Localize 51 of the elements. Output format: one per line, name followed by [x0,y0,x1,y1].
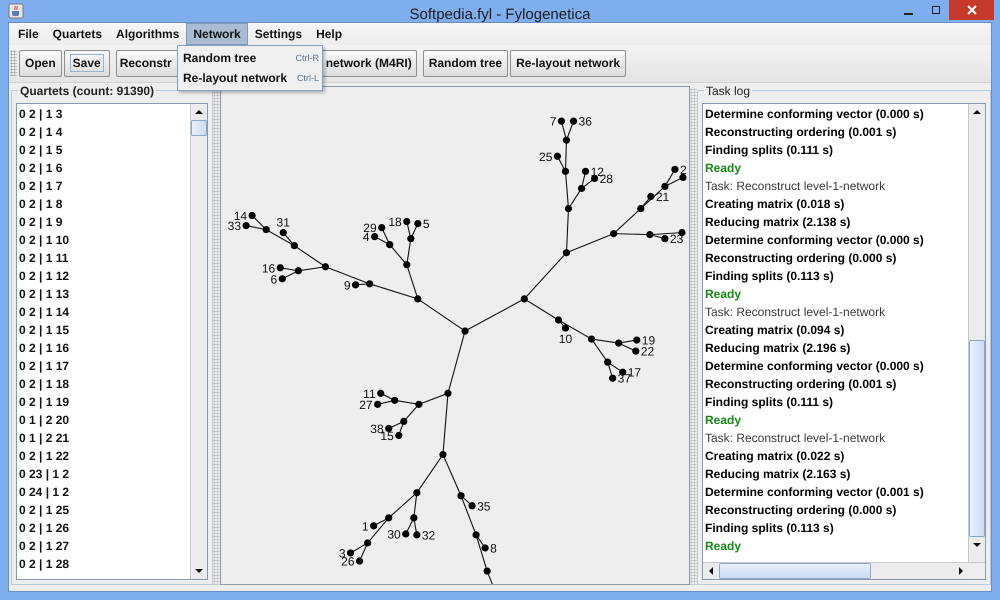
node-label: 32 [422,528,436,542]
log-line: Determine conforming vector (0.000 s) [704,358,925,375]
log-line: Finding splits (0.111 s) [704,394,834,411]
node-label: 30 [387,527,401,542]
node-label: 22 [640,344,654,359]
node-label: 36 [578,114,592,129]
panel-title: Quartets (count: 91390) [18,84,156,98]
node-label: 9 [344,278,351,292]
node-label: 18 [388,214,402,229]
node-label: 31 [276,215,290,230]
log-line: Task: Reconstruct level-1-network [704,304,886,321]
log-line: Reducing matrix (2.163 s) [704,466,852,483]
node-label: 35 [477,499,490,514]
node-label: 5 [422,217,430,231]
log-line: Determine conforming vector (0.000 s) [704,106,925,123]
log-line: Reconstructing ordering (0.001 s) [704,376,898,393]
log-line: Reconstructing ordering (0.000 s) [704,502,898,519]
log-line: Ready [704,286,742,303]
log-line: Finding splits (0.111 s) [704,142,834,159]
panel-title: Task log [704,84,752,98]
window-title: Softpedia.fyl - Fylogenetica [410,6,590,23]
log-line: Ready [704,538,742,555]
node-label: 2 [680,162,687,177]
menu-entry-label: Random tree [183,50,256,65]
node-label: 37 [618,372,632,386]
shortcut-label: Ctrl-R [296,52,319,63]
node-label: 38 [370,422,384,436]
log-line: Task: Reconstruct level-1-network [704,430,886,447]
log-line: Finding splits (0.113 s) [704,520,835,537]
log-line: Reconstructing ordering (0.000 s) [704,250,898,267]
node-label: 7 [550,114,556,129]
log-line: Determine conforming vector (0.000 s) [704,232,925,249]
node-label: 25 [539,150,552,164]
log-line: Reducing matrix (2.138 s) [704,214,852,231]
node-label: 21 [656,190,670,204]
node-label: 10 [558,332,572,346]
node-label: 12 [590,164,604,179]
node-label: 1 [362,519,369,534]
log-line: Determine conforming vector (0.001 s) [704,484,925,501]
node-label: 23 [670,232,684,246]
node-label: 19 [642,333,656,348]
log-line: Task: Reconstruct level-1-network [704,178,886,195]
log-line: Creating matrix (0.022 s) [704,448,846,465]
log-line: Creating matrix (0.018 s) [704,196,846,213]
log-line: Reducing matrix (2.196 s) [704,340,852,357]
log-line: Ready [704,412,742,429]
log-line: Reconstructing ordering (0.001 s) [704,124,898,141]
log-line: Creating matrix (0.094 s) [704,322,846,339]
log-line: Ready [704,160,742,177]
node-label: 8 [490,541,497,556]
log-line: Finding splits (0.113 s) [704,268,835,285]
